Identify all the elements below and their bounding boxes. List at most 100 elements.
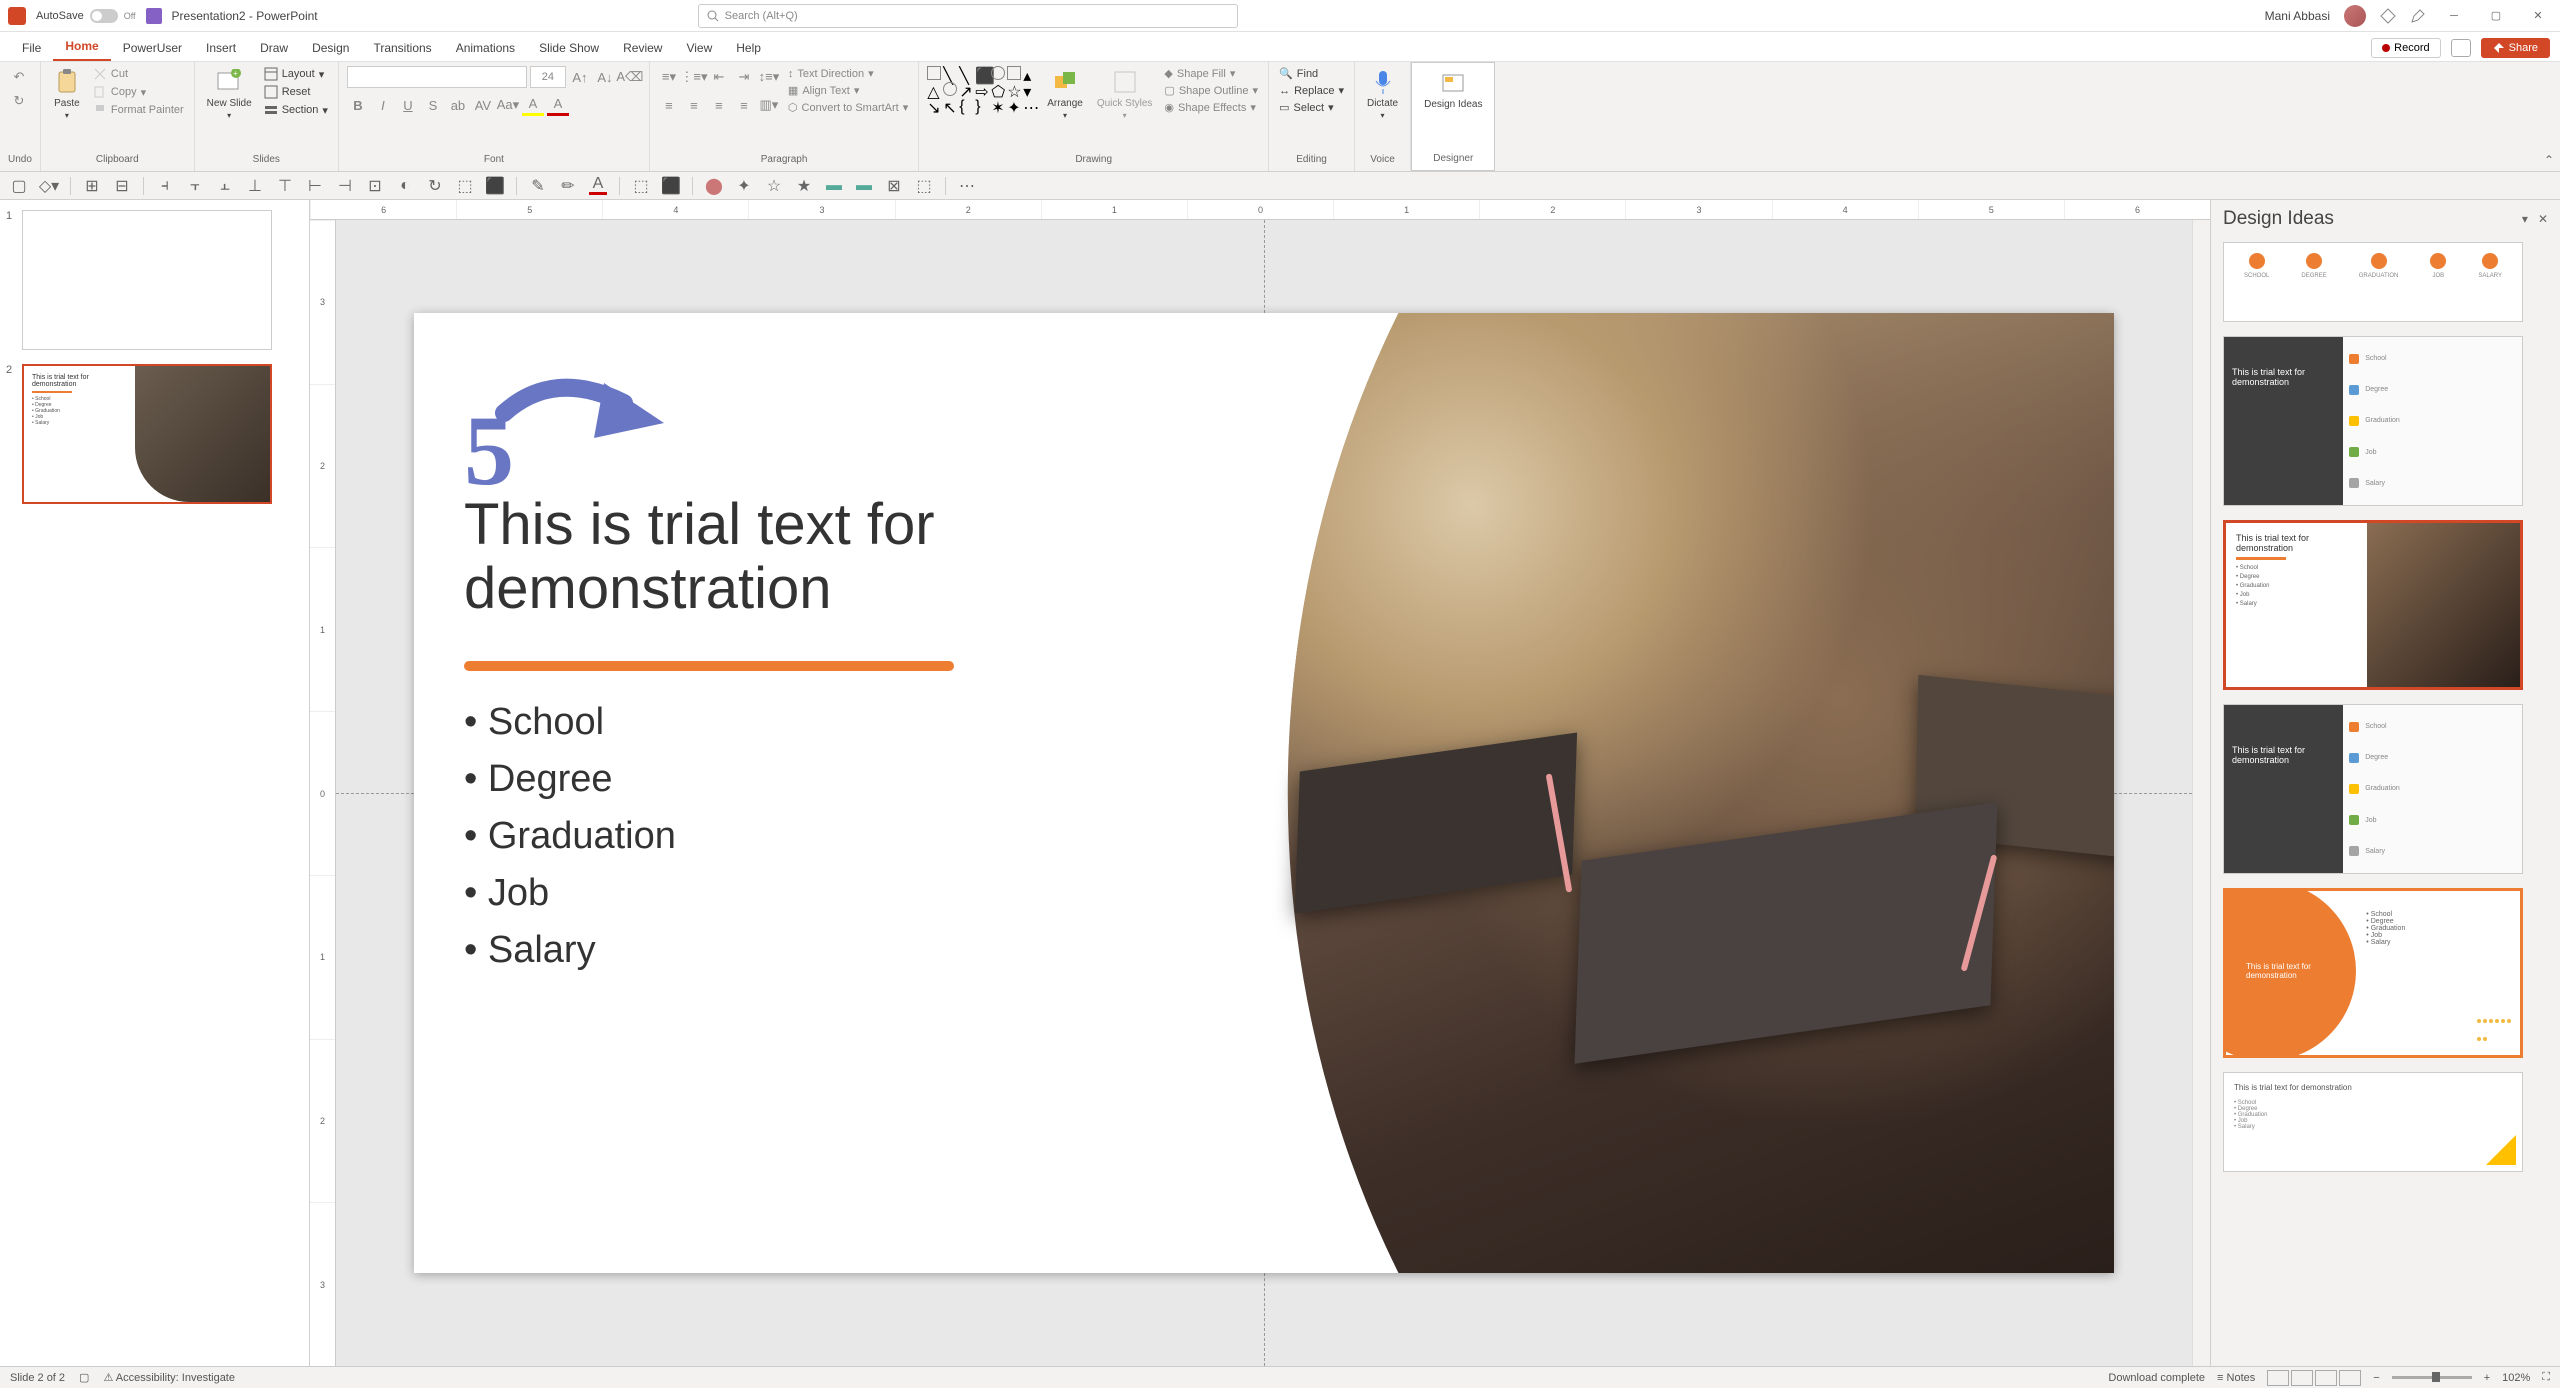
sec-btn-29[interactable]: ⬚ <box>915 177 933 195</box>
layout-button[interactable]: Layout ▾ <box>262 66 330 82</box>
thumbnail-2[interactable]: 2 This is trial text for demonstration •… <box>6 364 303 504</box>
slide[interactable]: 5 This is trial text for demonstration S… <box>414 313 2114 1273</box>
format-painter-button[interactable]: Format Painter <box>91 102 186 118</box>
align-left-button[interactable]: ≡ <box>658 94 680 116</box>
bullets-button[interactable]: ≡▾ <box>658 66 680 88</box>
tab-draw[interactable]: Draw <box>248 35 300 61</box>
normal-view-button[interactable] <box>2267 1370 2289 1386</box>
comments-button[interactable] <box>2451 39 2471 57</box>
tab-help[interactable]: Help <box>724 35 773 61</box>
reset-button[interactable]: Reset <box>262 84 330 100</box>
line-spacing-button[interactable]: ↕≡▾ <box>758 66 780 88</box>
zoom-out-button[interactable]: − <box>2373 1372 2379 1384</box>
pane-close-button[interactable]: ✕ <box>2538 212 2548 226</box>
canvas[interactable]: 5 This is trial text for demonstration S… <box>336 220 2192 1366</box>
outdent-button[interactable]: ⇤ <box>708 66 730 88</box>
sec-btn-21[interactable]: ⬛ <box>662 177 680 195</box>
redo-button[interactable]: ↻ <box>8 90 30 112</box>
sec-btn-11[interactable]: ⊣ <box>336 177 354 195</box>
sec-btn-20[interactable]: ⬚ <box>632 177 650 195</box>
tab-slideshow[interactable]: Slide Show <box>527 35 611 61</box>
design-idea-2[interactable]: This is trial text for demonstration • S… <box>2223 520 2523 690</box>
sec-btn-15[interactable]: ⬚ <box>456 177 474 195</box>
sec-btn-2[interactable]: ◇▾ <box>40 177 58 195</box>
sec-btn-30[interactable]: ⋯ <box>958 177 976 195</box>
design-idea-5[interactable]: This is trial text for demonstration • S… <box>2223 1072 2523 1172</box>
tab-view[interactable]: View <box>674 35 724 61</box>
shape-fill-button[interactable]: ◆ Shape Fill ▾ <box>1162 66 1260 81</box>
tab-transitions[interactable]: Transitions <box>361 35 443 61</box>
sec-btn-5[interactable]: ⫞ <box>156 177 174 195</box>
sec-btn-7[interactable]: ⫠ <box>216 177 234 195</box>
sec-btn-18[interactable]: ✏ <box>559 177 577 195</box>
sorter-view-button[interactable] <box>2291 1370 2313 1386</box>
zoom-level[interactable]: 102% <box>2502 1372 2530 1384</box>
strike-button[interactable]: S <box>422 94 444 116</box>
numbering-button[interactable]: ⋮≡▾ <box>683 66 705 88</box>
sec-btn-23[interactable]: ✦ <box>735 177 753 195</box>
language-icon[interactable]: ▢ <box>79 1371 89 1384</box>
find-button[interactable]: 🔍 Find <box>1277 66 1346 81</box>
arrange-button[interactable]: Arrange ▾ <box>1043 66 1087 122</box>
bold-button[interactable]: B <box>347 94 369 116</box>
align-text-button[interactable]: ▦ Align Text ▾ <box>786 83 910 98</box>
font-size-select[interactable]: 24 <box>530 66 566 88</box>
design-idea-0[interactable]: SCHOOL DEGREE GRADUATION JOB SALARY <box>2223 242 2523 322</box>
sec-btn-1[interactable]: ▢ <box>10 177 28 195</box>
sec-btn-16[interactable]: ⬛ <box>486 177 504 195</box>
close-button[interactable]: ✕ <box>2524 6 2552 26</box>
reading-view-button[interactable] <box>2315 1370 2337 1386</box>
sec-btn-24[interactable]: ☆ <box>765 177 783 195</box>
design-idea-4[interactable]: This is trial text for demonstration Sch… <box>2223 888 2523 1058</box>
maximize-button[interactable]: ▢ <box>2482 6 2510 26</box>
sec-btn-17[interactable]: ✎ <box>529 177 547 195</box>
diamond-icon[interactable] <box>2380 8 2396 24</box>
quick-styles-button[interactable]: Quick Styles ▾ <box>1093 66 1157 122</box>
sec-btn-9[interactable]: ⊤ <box>276 177 294 195</box>
font-color-button[interactable]: A <box>547 94 569 116</box>
ribbon-collapse-button[interactable]: ⌃ <box>2544 153 2554 167</box>
zoom-slider[interactable] <box>2392 1376 2472 1379</box>
columns-button[interactable]: ▥▾ <box>758 94 780 116</box>
slide-bullets[interactable]: School Degree Graduation Job Salary <box>464 701 1166 972</box>
increase-font-button[interactable]: A↑ <box>569 66 591 88</box>
font-family-select[interactable] <box>347 66 527 88</box>
slide-counter[interactable]: Slide 2 of 2 <box>10 1372 65 1384</box>
smartart-button[interactable]: ⬡ Convert to SmartArt ▾ <box>786 100 910 115</box>
text-direction-button[interactable]: ↕ Text Direction ▾ <box>786 66 910 81</box>
notes-button[interactable]: ≡ Notes <box>2217 1372 2255 1384</box>
save-icon[interactable] <box>146 8 162 24</box>
fit-to-window-button[interactable]: ⛶ <box>2542 1371 2550 1384</box>
autosave-toggle[interactable]: AutoSave Off <box>36 9 136 23</box>
tab-review[interactable]: Review <box>611 35 674 61</box>
slide-title[interactable]: This is trial text for demonstration <box>464 493 1166 621</box>
accessibility-status[interactable]: ⚠ Accessibility: Investigate <box>103 1371 235 1384</box>
sec-btn-12[interactable]: ⊡ <box>366 177 384 195</box>
design-idea-3[interactable]: This is trial text for demonstration Sch… <box>2223 704 2523 874</box>
indent-button[interactable]: ⇥ <box>733 66 755 88</box>
tab-animations[interactable]: Animations <box>444 35 527 61</box>
sec-btn-3[interactable]: ⊞ <box>83 177 101 195</box>
copy-button[interactable]: Copy ▾ <box>91 84 186 100</box>
new-slide-button[interactable]: + New Slide ▾ <box>203 66 256 122</box>
sec-btn-10[interactable]: ⊢ <box>306 177 324 195</box>
tab-insert[interactable]: Insert <box>194 35 248 61</box>
align-right-button[interactable]: ≡ <box>708 94 730 116</box>
tab-design[interactable]: Design <box>300 35 361 61</box>
italic-button[interactable]: I <box>372 94 394 116</box>
vertical-scrollbar[interactable] <box>2192 220 2210 1366</box>
sec-btn-28[interactable]: ⊠ <box>885 177 903 195</box>
tab-poweruser[interactable]: PowerUser <box>111 35 194 61</box>
cut-button[interactable]: Cut <box>91 66 186 82</box>
user-name[interactable]: Mani Abbasi <box>2265 9 2330 23</box>
spacing-button[interactable]: AV <box>472 94 494 116</box>
sec-btn-13[interactable]: ◐ <box>396 177 414 195</box>
shape-effects-button[interactable]: ◉ Shape Effects ▾ <box>1162 100 1260 115</box>
sec-btn-25[interactable]: ★ <box>795 177 813 195</box>
paste-button[interactable]: Paste ▾ <box>49 66 85 122</box>
case-button[interactable]: Aa▾ <box>497 94 519 116</box>
sec-btn-27[interactable]: ▬ <box>855 177 873 195</box>
tab-file[interactable]: File <box>10 35 53 61</box>
user-avatar[interactable] <box>2344 5 2366 27</box>
slide-image[interactable] <box>1196 313 2114 1273</box>
